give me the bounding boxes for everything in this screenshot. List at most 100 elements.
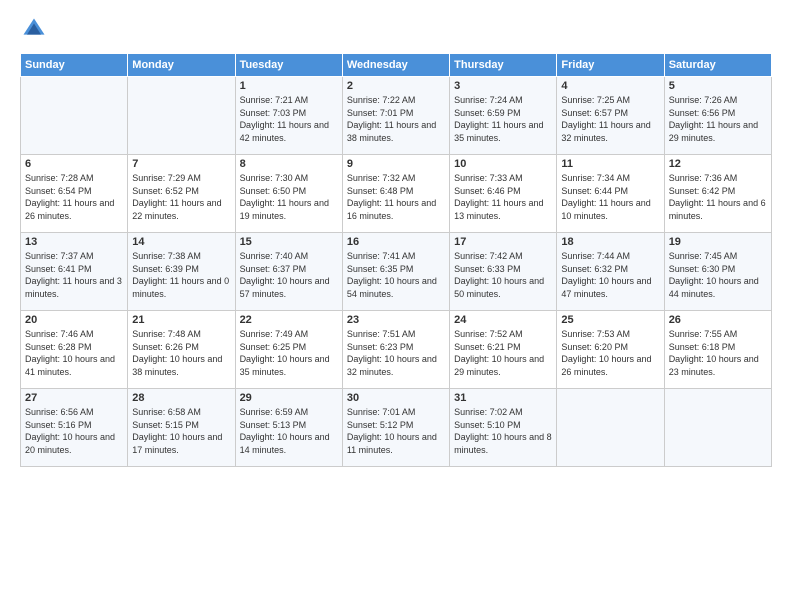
day-number: 5 [669,80,767,92]
week-row-5: 27Sunrise: 6:56 AM Sunset: 5:16 PM Dayli… [21,389,772,467]
day-number: 25 [561,314,659,326]
day-number: 13 [25,236,123,248]
logo-icon [20,15,48,43]
col-header-friday: Friday [557,54,664,77]
day-number: 1 [240,80,338,92]
day-info: Sunrise: 7:33 AM Sunset: 6:46 PM Dayligh… [454,172,552,222]
day-info: Sunrise: 7:55 AM Sunset: 6:18 PM Dayligh… [669,328,767,378]
day-info: Sunrise: 7:28 AM Sunset: 6:54 PM Dayligh… [25,172,123,222]
day-cell: 27Sunrise: 6:56 AM Sunset: 5:16 PM Dayli… [21,389,128,467]
day-number: 11 [561,158,659,170]
calendar-table: SundayMondayTuesdayWednesdayThursdayFrid… [20,53,772,467]
day-cell: 23 Sunrise: 7:51 AM Sunset: 6:23 PM Dayli… [342,311,449,389]
day-cell: 3 Sunrise: 7:24 AM Sunset: 6:59 PM Daylig… [450,77,557,155]
day-cell: 16 Sunrise: 7:41 AM Sunset: 6:35 PM Dayli… [342,233,449,311]
day-number: 12 [669,158,767,170]
day-cell: 18 Sunrise: 7:44 AM Sunset: 6:32 PM Dayli… [557,233,664,311]
col-header-saturday: Saturday [664,54,771,77]
day-cell: 4Sunrise: 7:25 AM Sunset: 6:57 PM Daylig… [557,77,664,155]
day-info: Sunrise: 7:44 AM Sunset: 6:32 PM Dayligh… [561,250,659,300]
day-cell: 30Sunrise: 7:01 AM Sunset: 5:12 PM Dayli… [342,389,449,467]
day-cell: 21Sunrise: 7:48 AM Sunset: 6:26 PM Dayli… [128,311,235,389]
col-header-tuesday: Tuesday [235,54,342,77]
day-cell: 5 Sunrise: 7:26 AM Sunset: 6:56 PM Daylig… [664,77,771,155]
day-info: Sunrise: 7:30 AM Sunset: 6:50 PM Dayligh… [240,172,338,222]
day-cell: 2 Sunrise: 7:22 AM Sunset: 7:01 PM Daylig… [342,77,449,155]
day-number: 3 [454,80,552,92]
day-info: Sunrise: 7:51 AM Sunset: 6:23 PM Dayligh… [347,328,445,378]
day-info: Sunrise: 7:32 AM Sunset: 6:48 PM Dayligh… [347,172,445,222]
day-info: Sunrise: 6:59 AM Sunset: 5:13 PM Dayligh… [240,406,338,456]
day-info: Sunrise: 7:48 AM Sunset: 6:26 PM Dayligh… [132,328,230,378]
day-number: 22 [240,314,338,326]
day-number: 9 [347,158,445,170]
day-number: 19 [669,236,767,248]
day-cell: 25 Sunrise: 7:53 AM Sunset: 6:20 PM Dayli… [557,311,664,389]
day-info: Sunrise: 7:41 AM Sunset: 6:35 PM Dayligh… [347,250,445,300]
day-cell: 24 Sunrise: 7:52 AM Sunset: 6:21 PM Dayli… [450,311,557,389]
day-cell: 31Sunrise: 7:02 AM Sunset: 5:10 PM Dayli… [450,389,557,467]
day-cell: 1 Sunrise: 7:21 AM Sunset: 7:03 PM Daylig… [235,77,342,155]
day-info: Sunrise: 7:40 AM Sunset: 6:37 PM Dayligh… [240,250,338,300]
day-number: 16 [347,236,445,248]
week-row-4: 20 Sunrise: 7:46 AM Sunset: 6:28 PM Dayli… [21,311,772,389]
day-info: Sunrise: 7:52 AM Sunset: 6:21 PM Dayligh… [454,328,552,378]
day-info: Sunrise: 7:21 AM Sunset: 7:03 PM Dayligh… [240,94,338,144]
day-info: Sunrise: 7:46 AM Sunset: 6:28 PM Dayligh… [25,328,123,378]
day-cell: 22 Sunrise: 7:49 AM Sunset: 6:25 PM Dayli… [235,311,342,389]
day-number: 14 [132,236,230,248]
week-row-1: 1 Sunrise: 7:21 AM Sunset: 7:03 PM Daylig… [21,77,772,155]
day-number: 18 [561,236,659,248]
day-number: 29 [240,392,338,404]
day-info: Sunrise: 6:58 AM Sunset: 5:15 PM Dayligh… [132,406,230,456]
day-number: 24 [454,314,552,326]
day-info: Sunrise: 7:22 AM Sunset: 7:01 PM Dayligh… [347,94,445,144]
day-info: Sunrise: 7:29 AM Sunset: 6:52 PM Dayligh… [132,172,230,222]
col-header-thursday: Thursday [450,54,557,77]
day-info: Sunrise: 6:56 AM Sunset: 5:16 PM Dayligh… [25,406,123,456]
day-number: 6 [25,158,123,170]
logo [20,15,52,43]
day-cell: 6 Sunrise: 7:28 AM Sunset: 6:54 PM Daylig… [21,155,128,233]
day-number: 15 [240,236,338,248]
day-cell [557,389,664,467]
day-info: Sunrise: 7:24 AM Sunset: 6:59 PM Dayligh… [454,94,552,144]
header [20,15,772,43]
day-number: 8 [240,158,338,170]
day-cell: 19 Sunrise: 7:45 AM Sunset: 6:30 PM Dayli… [664,233,771,311]
col-header-sunday: Sunday [21,54,128,77]
day-cell: 14 Sunrise: 7:38 AM Sunset: 6:39 PM Dayli… [128,233,235,311]
day-cell: 7Sunrise: 7:29 AM Sunset: 6:52 PM Daylig… [128,155,235,233]
day-number: 28 [132,392,230,404]
day-info: Sunrise: 7:42 AM Sunset: 6:33 PM Dayligh… [454,250,552,300]
day-number: 30 [347,392,445,404]
day-cell: 17Sunrise: 7:42 AM Sunset: 6:33 PM Dayli… [450,233,557,311]
day-number: 23 [347,314,445,326]
day-info: Sunrise: 7:49 AM Sunset: 6:25 PM Dayligh… [240,328,338,378]
day-cell: 9 Sunrise: 7:32 AM Sunset: 6:48 PM Daylig… [342,155,449,233]
day-cell [21,77,128,155]
day-cell: 26 Sunrise: 7:55 AM Sunset: 6:18 PM Dayli… [664,311,771,389]
day-number: 10 [454,158,552,170]
day-info: Sunrise: 7:02 AM Sunset: 5:10 PM Dayligh… [454,406,552,456]
day-cell [664,389,771,467]
day-cell: 29 Sunrise: 6:59 AM Sunset: 5:13 PM Dayli… [235,389,342,467]
day-cell: 15 Sunrise: 7:40 AM Sunset: 6:37 PM Dayli… [235,233,342,311]
day-info: Sunrise: 7:53 AM Sunset: 6:20 PM Dayligh… [561,328,659,378]
day-number: 26 [669,314,767,326]
day-info: Sunrise: 7:38 AM Sunset: 6:39 PM Dayligh… [132,250,230,300]
day-info: Sunrise: 7:25 AM Sunset: 6:57 PM Dayligh… [561,94,659,144]
day-cell: 11 Sunrise: 7:34 AM Sunset: 6:44 PM Dayli… [557,155,664,233]
day-info: Sunrise: 7:26 AM Sunset: 6:56 PM Dayligh… [669,94,767,144]
day-number: 20 [25,314,123,326]
page: SundayMondayTuesdayWednesdayThursdayFrid… [0,0,792,612]
day-info: Sunrise: 7:45 AM Sunset: 6:30 PM Dayligh… [669,250,767,300]
week-row-3: 13 Sunrise: 7:37 AM Sunset: 6:41 PM Dayli… [21,233,772,311]
col-header-monday: Monday [128,54,235,77]
day-info: Sunrise: 7:37 AM Sunset: 6:41 PM Dayligh… [25,250,123,300]
day-cell: 12Sunrise: 7:36 AM Sunset: 6:42 PM Dayli… [664,155,771,233]
day-info: Sunrise: 7:34 AM Sunset: 6:44 PM Dayligh… [561,172,659,222]
day-number: 2 [347,80,445,92]
day-cell: 20 Sunrise: 7:46 AM Sunset: 6:28 PM Dayli… [21,311,128,389]
header-row: SundayMondayTuesdayWednesdayThursdayFrid… [21,54,772,77]
